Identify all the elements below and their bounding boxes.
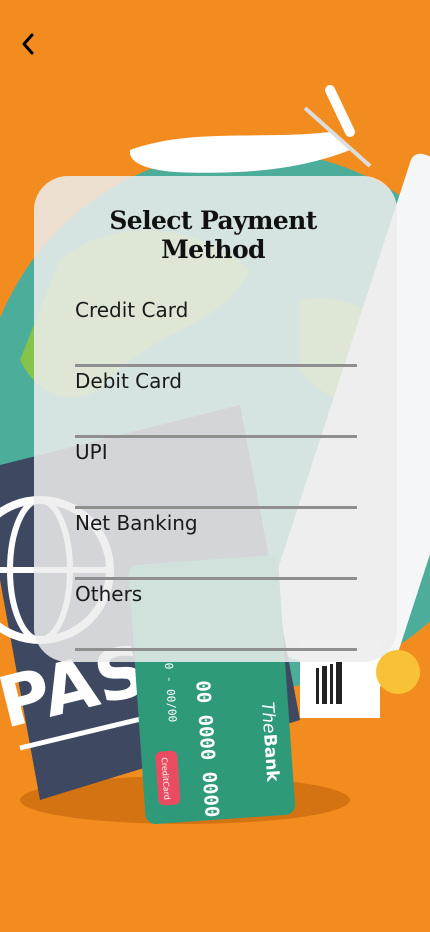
payment-option-label: Debit Card bbox=[75, 369, 182, 393]
payment-option-debit-card[interactable]: Debit Card bbox=[75, 367, 357, 438]
chevron-left-icon bbox=[22, 33, 34, 55]
payment-method-list: Credit Card Debit Card UPI Net Banking O… bbox=[75, 296, 357, 651]
payment-option-others[interactable]: Others bbox=[75, 580, 357, 651]
payment-option-label: UPI bbox=[75, 440, 108, 464]
bank-card-brand-suffix: Bank bbox=[259, 733, 282, 783]
bank-card-brand-prefix: The bbox=[257, 701, 279, 734]
page-title: Select Payment Method bbox=[109, 206, 317, 264]
payment-method-card: Select Payment Method Credit Card Debit … bbox=[34, 176, 397, 662]
back-button[interactable] bbox=[12, 28, 44, 60]
payment-option-label: Net Banking bbox=[75, 511, 198, 535]
payment-option-net-banking[interactable]: Net Banking bbox=[75, 509, 357, 580]
payment-option-label: Others bbox=[75, 582, 143, 606]
payment-option-upi[interactable]: UPI bbox=[75, 438, 357, 509]
payment-option-credit-card[interactable]: Credit Card bbox=[75, 296, 357, 367]
payment-screen: PASS 00 0000 0000 0 - 00/00 The Bank Cre… bbox=[0, 0, 430, 932]
payment-option-label: Credit Card bbox=[75, 298, 189, 322]
